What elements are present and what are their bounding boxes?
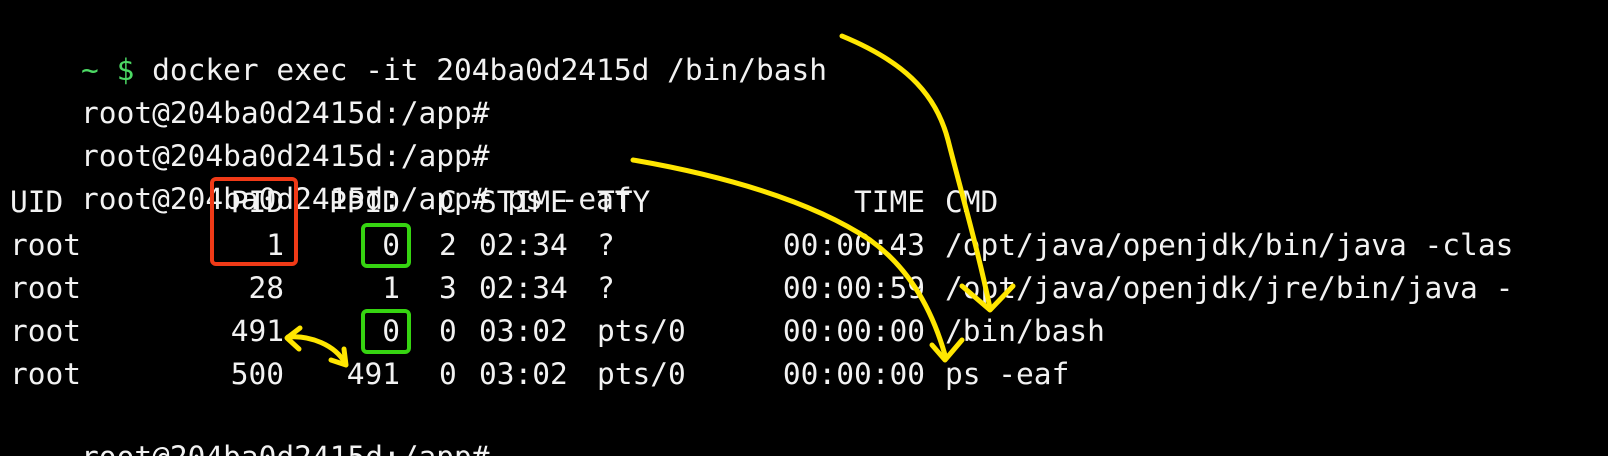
cell-tty: pts/0	[597, 314, 686, 348]
terminal-window[interactable]: ~ $ docker exec -it 204ba0d2415d /bin/ba…	[0, 0, 1608, 456]
cell-time: 00:00:43	[782, 228, 925, 262]
header-cmd: CMD	[945, 185, 999, 219]
host-command-line: ~ $ docker exec -it 204ba0d2415d /bin/ba…	[10, 10, 827, 87]
ps-command-line: root@204ba0d2415d:/app# ps -eaf	[10, 139, 632, 216]
cell-c: 2	[439, 228, 457, 262]
cell-c: 0	[439, 314, 457, 348]
header-c: C	[439, 185, 457, 219]
header-tty: TTY	[597, 185, 651, 219]
cell-uid: root	[10, 357, 82, 391]
header-uid: UID	[10, 185, 64, 219]
container-prompt-line: root@204ba0d2415d:/app#	[10, 397, 490, 456]
pid-highlight-box	[210, 177, 298, 266]
cell-stime: 02:34	[479, 228, 568, 262]
table-row: root 28 1 3 02:34 ? 00:00:59 /opt/java/o…	[0, 268, 1608, 308]
cell-cmd: /opt/java/openjdk/jre/bin/java -	[945, 271, 1514, 305]
header-ppid: PPID	[328, 185, 400, 219]
cell-tty: ?	[597, 271, 615, 305]
cell-uid: root	[10, 314, 82, 348]
cell-time: 00:00:59	[782, 271, 925, 305]
table-row: root 500 491 0 03:02 pts/0 00:00:00 ps -…	[0, 354, 1608, 394]
cell-ppid: 1	[382, 271, 400, 305]
cell-tty: ?	[597, 228, 615, 262]
cell-c: 0	[439, 357, 457, 391]
header-stime: STIME	[479, 185, 568, 219]
cell-stime: 02:34	[479, 271, 568, 305]
container-prompt-line: root@204ba0d2415d:/app#	[10, 96, 490, 173]
cell-uid: root	[10, 228, 82, 262]
cell-tty: pts/0	[597, 357, 686, 391]
cell-cmd: ps -eaf	[945, 357, 1070, 391]
header-time: TIME	[853, 185, 925, 219]
table-row: root 491 0 0 03:02 pts/0 00:00:00 /bin/b…	[0, 311, 1608, 351]
cell-stime: 03:02	[479, 357, 568, 391]
cell-cmd: /bin/bash	[945, 314, 1105, 348]
ppid-highlight-box	[361, 309, 411, 354]
ppid-highlight-box	[361, 223, 411, 268]
cell-time: 00:00:00	[782, 314, 925, 348]
cell-stime: 03:02	[479, 314, 568, 348]
container-prompt: root@204ba0d2415d:/app#	[81, 440, 490, 456]
cell-c: 3	[439, 271, 457, 305]
container-prompt-line: root@204ba0d2415d:/app#	[10, 53, 490, 130]
cell-pid: 491	[230, 314, 284, 348]
cell-cmd: /opt/java/openjdk/bin/java -clas	[945, 228, 1514, 262]
cell-pid: 28	[248, 271, 284, 305]
cell-time: 00:00:00	[782, 357, 925, 391]
cell-pid: 500	[230, 357, 284, 391]
cell-ppid: 491	[346, 357, 400, 391]
cell-uid: root	[10, 271, 82, 305]
